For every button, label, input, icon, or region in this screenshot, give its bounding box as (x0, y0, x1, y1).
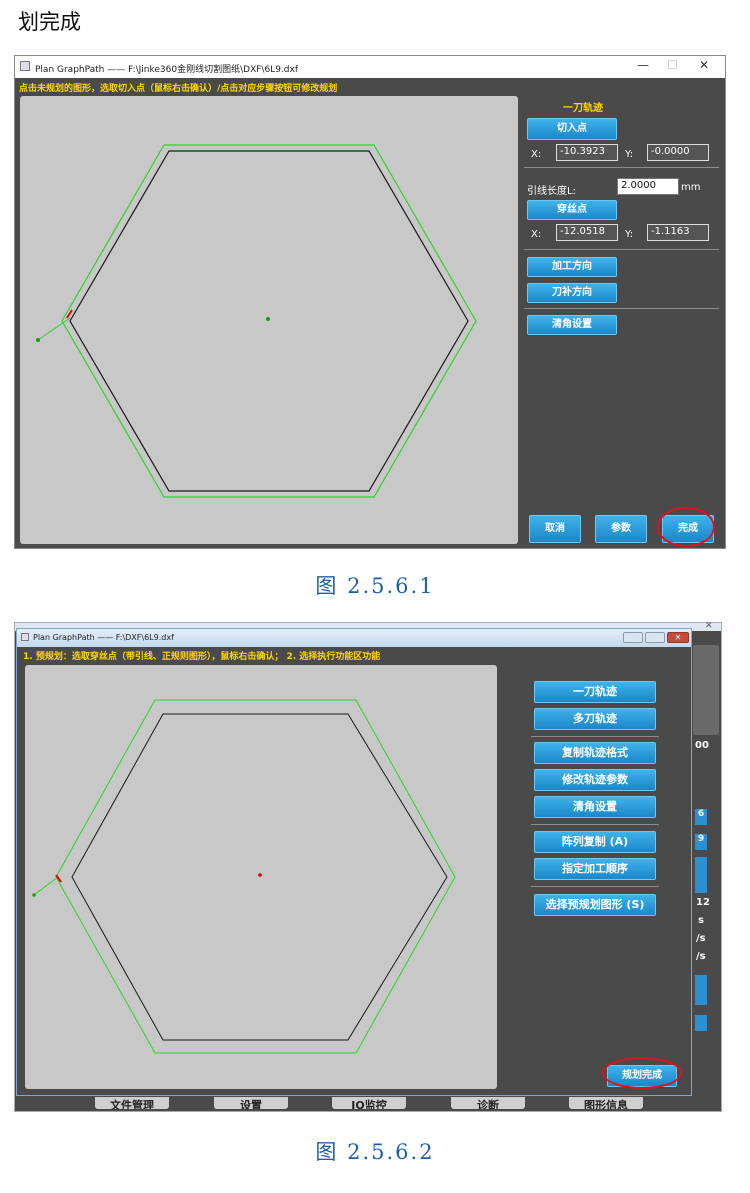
panel-title: 一刀轨迹 (563, 103, 603, 114)
hexagon-shape (69, 150, 469, 492)
entry-point-button[interactable]: 切入点 (527, 118, 617, 140)
lead-line (33, 876, 59, 896)
plan-window-1: Plan GraphPath —— F:\Jinke360金刚线切割图纸\DXF… (14, 55, 726, 549)
background-panel (693, 645, 719, 735)
divider (531, 736, 659, 737)
close-icon[interactable]: ✕ (699, 58, 709, 72)
thread-x-label: X: (531, 229, 542, 240)
array-copy-button[interactable]: 阵列复制 (A) (534, 831, 656, 853)
divider (531, 824, 659, 825)
background-fragment: 00 (695, 740, 709, 751)
set-order-button[interactable]: 指定加工顺序 (534, 858, 656, 880)
lead-line (37, 317, 71, 341)
highlight-circle (602, 1057, 682, 1089)
plan-window-2: Plan GraphPath —— F:\DXF\6L9.dxf ✕ 1. 预规… (16, 628, 692, 1096)
divider (524, 167, 719, 168)
tab-io-monitor[interactable]: IO监控 (332, 1097, 406, 1109)
lead-length-label: 引线长度L: (527, 186, 576, 197)
entry-x-label: X: (531, 149, 542, 160)
corner-setting-button[interactable]: 清角设置 (534, 796, 656, 818)
figure-caption-1: 图 2.5.6.1 (315, 574, 435, 598)
figure-caption-2: 图 2.5.6.2 (315, 1140, 435, 1164)
background-fragment-block (695, 857, 707, 893)
section-heading: 划完成 (18, 10, 81, 34)
params-button[interactable]: 参数 (595, 515, 647, 543)
thread-x-field[interactable]: -12.0518 (556, 224, 618, 241)
hexagon-drawing (32, 699, 456, 1054)
tab-file-manage[interactable]: 文件管理 (95, 1097, 169, 1109)
background-fragment: 6 (695, 809, 707, 825)
instruction-hint: 1. 预规划：选取穿丝点（带引线、正规则图形），鼠标右击确认； 2. 选择执行功… (23, 652, 381, 662)
drawing-canvas[interactable] (25, 665, 497, 1089)
lead-length-field[interactable]: 2.0000 (617, 178, 679, 195)
divider (524, 308, 719, 309)
thread-y-field[interactable]: -1.1163 (647, 224, 709, 241)
hexagon-drawing (36, 144, 477, 498)
corner-setting-button[interactable]: 清角设置 (527, 315, 617, 335)
copy-format-button[interactable]: 复制轨迹格式 (534, 742, 656, 764)
app-icon (21, 633, 29, 641)
window-title: Plan GraphPath —— F:\DXF\6L9.dxf (33, 633, 174, 642)
offset-path (55, 699, 456, 1054)
drawing-canvas[interactable] (20, 96, 518, 544)
thread-point (36, 338, 40, 342)
background-fragment: 9 (695, 834, 707, 850)
background-fragment-block (695, 1015, 707, 1031)
lead-length-unit: mm (681, 182, 701, 193)
thread-y-label: Y: (625, 229, 634, 240)
title-bar: Plan GraphPath —— F:\DXF\6L9.dxf ✕ (17, 629, 691, 647)
background-close-icon[interactable]: ✕ (705, 621, 713, 631)
window-title: Plan GraphPath —— F:\Jinke360金刚线切割图纸\DXF… (35, 65, 298, 75)
select-preplan-button[interactable]: 选择预规划图形 (S) (534, 894, 656, 916)
background-fragment: /s (696, 933, 706, 944)
center-point (266, 317, 270, 321)
offset-path (61, 144, 477, 498)
divider (531, 886, 659, 887)
background-fragment: /s (696, 951, 706, 962)
divider (524, 249, 719, 250)
entry-x-field[interactable]: -10.3923 (556, 144, 618, 161)
single-cut-button[interactable]: 一刀轨迹 (534, 681, 656, 703)
maximize-icon[interactable]: ☐ (667, 58, 678, 72)
entry-y-label: Y: (625, 149, 634, 160)
maximize-icon[interactable] (645, 632, 665, 643)
title-bar: Plan GraphPath —— F:\Jinke360金刚线切割图纸\DXF… (15, 56, 725, 78)
tab-settings[interactable]: 设置 (214, 1097, 288, 1109)
tab-shape-info[interactable]: 图形信息 (569, 1097, 643, 1109)
tab-diagnose[interactable]: 诊断 (451, 1097, 525, 1109)
compensation-button[interactable]: 刀补方向 (527, 283, 617, 303)
thread-point-button[interactable]: 穿丝点 (527, 200, 617, 220)
background-fragment-block (695, 975, 707, 1005)
center-point (258, 873, 262, 877)
entry-y-field[interactable]: -0.0000 (647, 144, 709, 161)
direction-button[interactable]: 加工方向 (527, 257, 617, 277)
modify-params-button[interactable]: 修改轨迹参数 (534, 769, 656, 791)
multi-cut-button[interactable]: 多刀轨迹 (534, 708, 656, 730)
highlight-circle (657, 507, 715, 547)
background-fragment: s (698, 915, 704, 926)
app-icon (20, 61, 30, 71)
background-fragment: 12 (696, 897, 710, 908)
minimize-icon[interactable] (623, 632, 643, 643)
instruction-hint: 点击未规划的图形，选取切入点（鼠标右击确认）/点击对应步骤按钮可修改规划 (19, 84, 338, 94)
cancel-button[interactable]: 取消 (529, 515, 581, 543)
thread-point (32, 893, 36, 897)
minimize-icon[interactable]: — (637, 58, 649, 72)
close-icon[interactable]: ✕ (667, 632, 689, 643)
